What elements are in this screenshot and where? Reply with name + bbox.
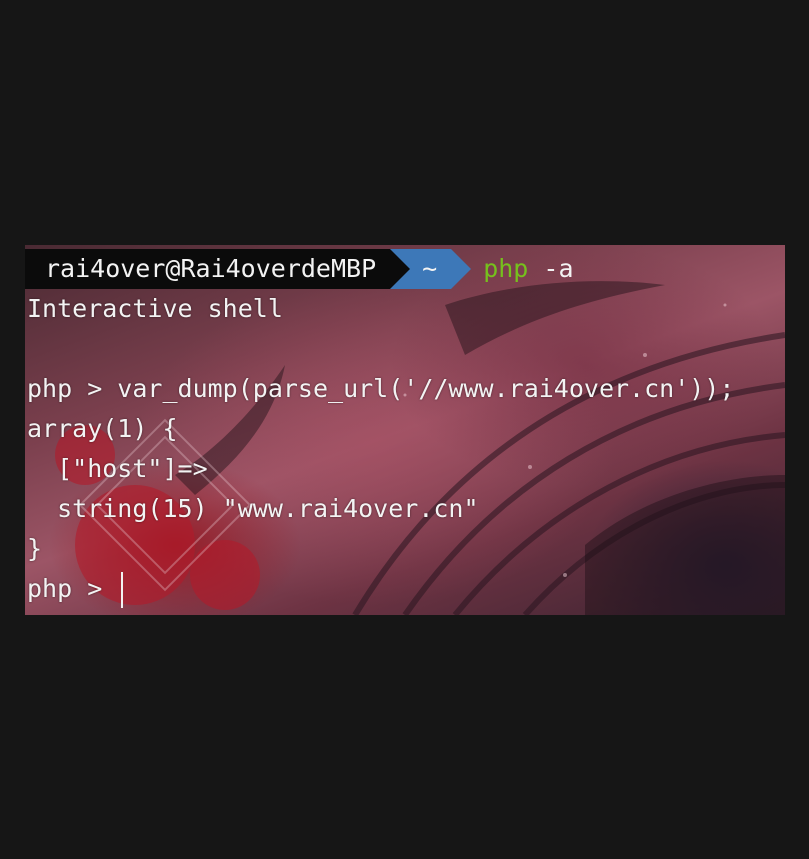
php-prompt: php > bbox=[27, 574, 118, 603]
prompt-directory: ~ bbox=[410, 249, 452, 289]
command-name: php bbox=[483, 254, 529, 283]
output-line: php > var_dump(parse_url('//www.rai4over… bbox=[27, 374, 735, 403]
prompt-command: php -a bbox=[471, 249, 573, 289]
output-line: ["host"]=> bbox=[27, 454, 208, 483]
terminal-window[interactable]: rai4over@Rai4overdeMBP ~ php -a Interact… bbox=[25, 245, 785, 615]
shell-prompt: rai4over@Rai4overdeMBP ~ php -a bbox=[25, 249, 574, 289]
input-line[interactable]: php > bbox=[27, 569, 124, 609]
output-line: array(1) { bbox=[27, 414, 178, 443]
powerline-separator-icon bbox=[451, 249, 472, 289]
output-line: } bbox=[27, 534, 43, 563]
text-cursor bbox=[121, 572, 124, 608]
output-line: string(15) "www.rai4over.cn" bbox=[27, 494, 479, 523]
command-argument: -a bbox=[543, 254, 574, 283]
output-line: Interactive shell bbox=[27, 294, 283, 323]
powerline-separator-icon bbox=[390, 249, 411, 289]
prompt-user-host: rai4over@Rai4overdeMBP bbox=[25, 249, 391, 289]
